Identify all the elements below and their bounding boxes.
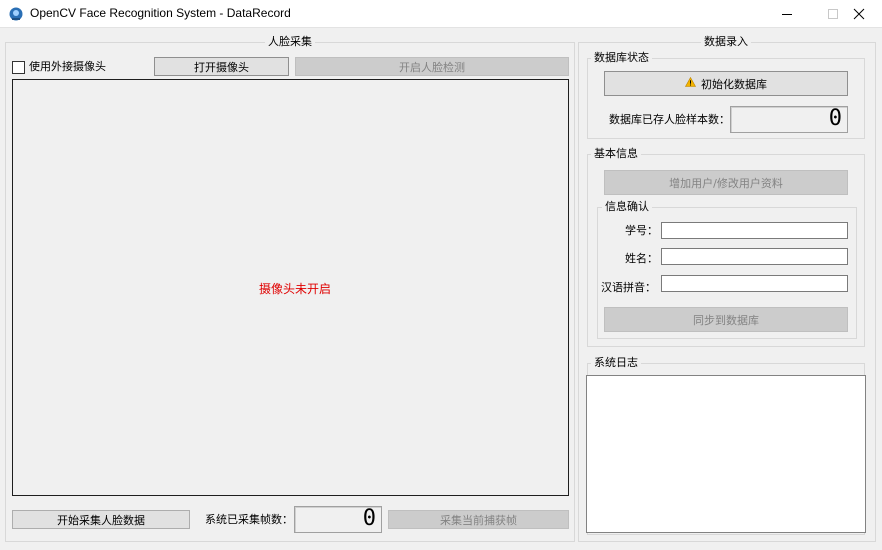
samples-counter: 0: [730, 106, 848, 133]
log-title: 系统日志: [591, 356, 641, 370]
face-detect-button[interactable]: 开启人脸检测: [295, 57, 569, 76]
pinyin-input[interactable]: [661, 275, 848, 292]
external-camera-checkbox[interactable]: 使用外接摄像头: [12, 60, 106, 74]
init-db-label: 初始化数据库: [701, 77, 767, 91]
camera-status: 摄像头未开启: [259, 282, 332, 296]
sync-db-button[interactable]: 同步到数据库: [604, 307, 848, 332]
db-status-title: 数据库状态: [591, 51, 652, 65]
name-input[interactable]: [661, 248, 848, 265]
student-id-input[interactable]: [661, 222, 848, 239]
confirm-title: 信息确认: [602, 200, 652, 214]
external-camera-label: 使用外接摄像头: [29, 60, 106, 73]
minimize-icon: [782, 14, 792, 15]
samples-value: 0: [828, 106, 842, 131]
entry-group-title: 数据录入: [701, 35, 751, 49]
log-area[interactable]: [586, 375, 866, 533]
capture-frame-button[interactable]: 采集当前捕获帧: [388, 510, 569, 529]
pinyin-label: 汉语拼音：: [601, 281, 656, 294]
capture-group-title: 人脸采集: [265, 35, 315, 49]
frames-captured-counter: 0: [294, 506, 382, 533]
camera-view: 摄像头未开启: [12, 79, 569, 496]
student-id-label: 学号：: [625, 224, 658, 237]
app-icon: [8, 6, 24, 22]
checkbox-box[interactable]: [12, 60, 25, 74]
frames-captured-value: 0: [362, 506, 376, 531]
minimize-button[interactable]: [764, 0, 810, 28]
open-camera-button[interactable]: 打开摄像头: [154, 57, 289, 76]
basic-info-title: 基本信息: [591, 147, 641, 161]
name-label: 姓名：: [625, 252, 658, 265]
close-icon: [853, 8, 865, 20]
add-user-button[interactable]: 增加用户/修改用户资料: [604, 170, 848, 195]
samples-label: 数据库已存人脸样本数：: [609, 113, 730, 126]
init-db-button[interactable]: 初始化数据库: [604, 71, 848, 96]
close-button[interactable]: [836, 0, 882, 28]
start-capture-button[interactable]: 开始采集人脸数据: [12, 510, 190, 529]
warning-icon: [684, 76, 697, 90]
window-title: OpenCV Face Recognition System - DataRec…: [30, 6, 291, 20]
frames-captured-label: 系统已采集帧数：: [205, 513, 293, 526]
title-bar: OpenCV Face Recognition System - DataRec…: [0, 0, 882, 28]
